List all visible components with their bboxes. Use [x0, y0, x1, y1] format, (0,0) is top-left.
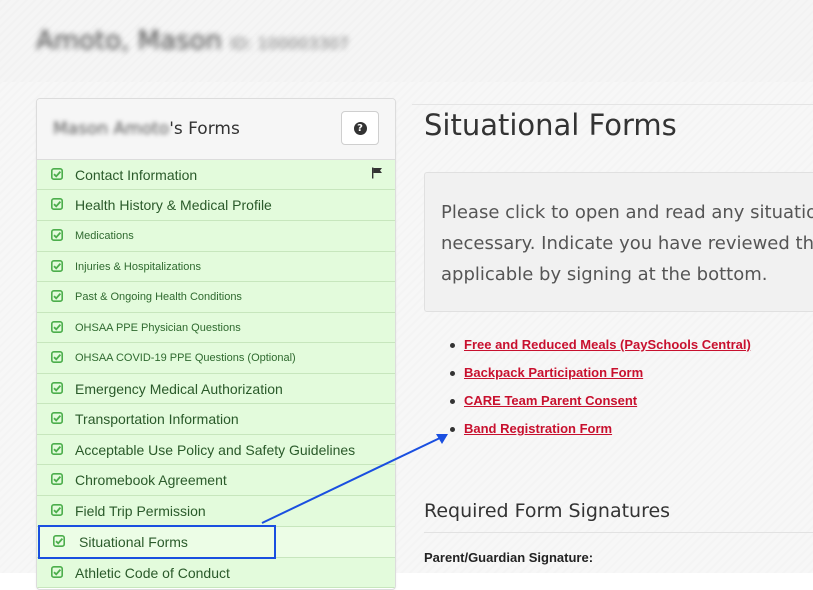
check-square-icon	[51, 167, 63, 180]
sidebar-item-situational-forms[interactable]: Situational Forms	[37, 527, 395, 558]
sidebar-item-contact-information[interactable]: Contact Information	[37, 160, 395, 190]
sidebar-header: Mason Amoto's Forms ?	[37, 99, 395, 160]
forms-sidebar: Mason Amoto's Forms ? Contact Informatio…	[36, 98, 396, 590]
sidebar-item-label: Chromebook Agreement	[75, 472, 227, 488]
check-square-icon	[51, 229, 63, 241]
check-square-icon	[51, 504, 63, 516]
sidebar-item-label: Contact Information	[75, 166, 198, 183]
parent-signature-label: Parent/Guardian Signature:	[424, 550, 594, 565]
bullet-icon	[450, 427, 455, 432]
check-square-icon	[51, 259, 63, 272]
question-circle-icon: ?	[353, 121, 367, 135]
check-square-icon	[53, 535, 65, 547]
sidebar-item-label: Emergency Medical Authorization	[75, 380, 283, 397]
sidebar-item-acceptable-use-policy-and-safety-guidelines[interactable]: Acceptable Use Policy and Safety Guideli…	[37, 435, 395, 465]
link-backpack-participation[interactable]: Backpack Participation Form	[464, 365, 643, 380]
check-square-icon	[51, 320, 63, 333]
sidebar-item-label: Injuries & Hospitalizations	[75, 260, 201, 273]
student-id: ID: 100003307	[229, 34, 350, 53]
check-square-icon	[51, 473, 63, 485]
instructions-line: necessary. Indicate you have reviewed th…	[441, 233, 813, 254]
bullet-icon	[450, 371, 455, 376]
sidebar-item-label: Transportation Information	[75, 411, 239, 427]
sidebar-item-athletic-code-of-conduct[interactable]: Athletic Code of Conduct	[37, 558, 395, 588]
sidebar-item-chromebook-agreement[interactable]: Chromebook Agreement	[37, 465, 395, 496]
sidebar-item-label: Situational Forms	[79, 534, 188, 550]
sidebar-item-label: Field Trip Permission	[75, 503, 206, 519]
sidebar-item-field-trip-permission[interactable]: Field Trip Permission	[37, 496, 395, 527]
student-header: Amoto, Mason ID: 100003307	[0, 0, 813, 82]
check-square-icon	[51, 412, 63, 424]
sidebar-item-label: Acceptable Use Policy and Safety Guideli…	[75, 441, 356, 458]
sidebar-title: Mason Amoto's Forms	[53, 119, 240, 139]
check-square-icon	[51, 290, 63, 302]
sidebar-item-ohsaa-ppe-physician-questions[interactable]: OHSAA PPE Physician Questions	[37, 313, 395, 343]
sidebar-item-label: OHSAA PPE Physician Questions	[75, 321, 241, 334]
instructions-line: applicable by signing at the bottom.	[441, 264, 768, 285]
list-item: Band Registration Form	[448, 419, 751, 447]
sidebar-item-label: OHSAA COVID-19 PPE Questions (Optional)	[75, 352, 296, 364]
sidebar-item-label: Medications	[75, 230, 134, 242]
bullet-icon	[450, 399, 455, 404]
check-square-icon	[51, 442, 63, 455]
list-item: Free and Reduced Meals (PaySchools Centr…	[448, 335, 751, 363]
sidebar-item-transportation-information[interactable]: Transportation Information	[37, 404, 395, 435]
sidebar-item-health-history-medical-profile[interactable]: Health History & Medical Profile	[37, 190, 395, 221]
section-divider	[424, 532, 813, 533]
link-free-reduced-meals[interactable]: Free and Reduced Meals (PaySchools Centr…	[464, 337, 751, 352]
sidebar-item-emergency-medical-authorization[interactable]: Emergency Medical Authorization	[37, 374, 395, 404]
check-square-icon	[51, 198, 63, 210]
flag-icon[interactable]	[371, 167, 383, 179]
sidebar-item-injuries-hospitalizations[interactable]: Injuries & Hospitalizations	[37, 252, 395, 282]
situational-form-links: Free and Reduced Meals (PaySchools Centr…	[448, 335, 751, 447]
sidebar-item-past-ongoing-health-conditions[interactable]: Past & Ongoing Health Conditions	[37, 282, 395, 313]
student-name: Amoto, Mason ID: 100003307	[36, 26, 350, 56]
sidebar-item-label: Past & Ongoing Health Conditions	[75, 291, 242, 303]
bullet-icon	[450, 343, 455, 348]
list-item: CARE Team Parent Consent	[448, 391, 751, 419]
link-care-team-consent[interactable]: CARE Team Parent Consent	[464, 393, 637, 408]
link-band-registration[interactable]: Band Registration Form	[464, 421, 612, 436]
sidebar-item-ohsaa-covid-19-ppe-questions-optional[interactable]: OHSAA COVID-19 PPE Questions (Optional)	[37, 343, 395, 374]
sidebar-student-name: Mason Amoto	[53, 119, 170, 139]
help-button[interactable]: ?	[341, 111, 379, 145]
required-signatures-heading: Required Form Signatures	[424, 500, 671, 522]
instructions-box: Please click to open and read any situat…	[424, 172, 813, 312]
sidebar-title-suffix: 's Forms	[169, 119, 240, 139]
check-square-icon	[51, 565, 63, 578]
page-title: Situational Forms	[424, 108, 677, 142]
instructions-text: Please click to open and read any situat…	[441, 197, 813, 290]
sidebar-item-label: Health History & Medical Profile	[75, 197, 272, 213]
check-square-icon	[51, 381, 63, 394]
check-square-icon	[51, 351, 63, 363]
list-item: Backpack Participation Form	[448, 363, 751, 391]
instructions-line: Please click to open and read any situat…	[441, 202, 813, 223]
header-divider	[412, 104, 813, 105]
sidebar-item-medications[interactable]: Medications	[37, 221, 395, 252]
